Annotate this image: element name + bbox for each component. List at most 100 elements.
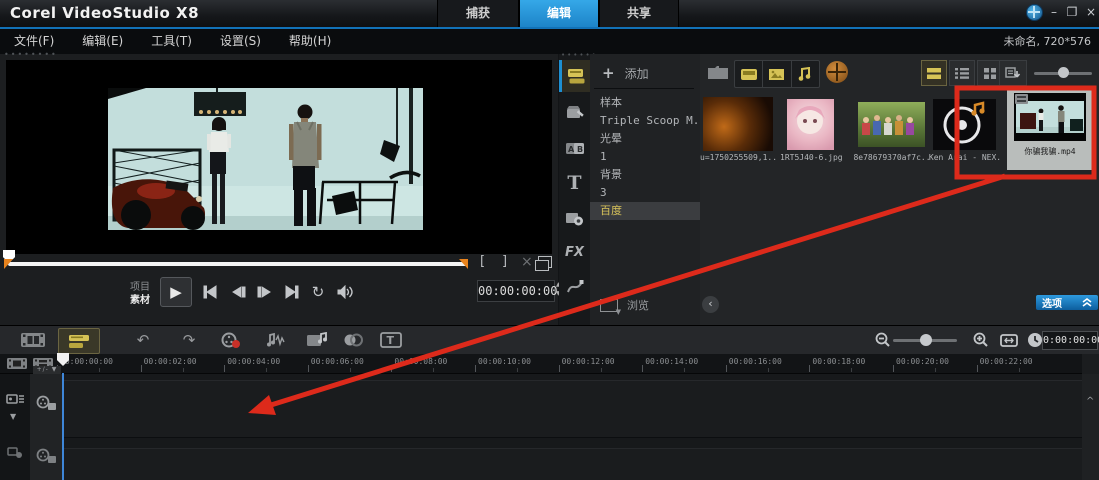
- timeline-scrollbar[interactable]: ^: [1082, 374, 1099, 480]
- timeline-view-button[interactable]: [58, 328, 100, 354]
- nav-filter-fx-icon[interactable]: FX: [562, 240, 587, 264]
- folder-item-2[interactable]: Triple Scoop M...: [590, 112, 700, 130]
- undo-button[interactable]: ↶: [126, 328, 160, 352]
- view-thumbnail-button[interactable]: [921, 60, 947, 86]
- thumbnail-size-slider-handle[interactable]: [1058, 67, 1069, 78]
- video-track-icon[interactable]: [36, 395, 57, 412]
- import-folder-icon[interactable]: [708, 66, 728, 79]
- mark-out-button[interactable]: ]: [502, 254, 507, 269]
- ruler-tick: [767, 368, 769, 372]
- nav-graphic-icon[interactable]: [562, 206, 587, 230]
- nav-title-icon[interactable]: T: [562, 171, 587, 195]
- media-filter-group: [734, 60, 820, 88]
- storyboard-view-button[interactable]: [16, 328, 50, 352]
- clip-mode-label[interactable]: 素材: [130, 291, 150, 306]
- track-toggle-icon-1: [7, 358, 27, 369]
- folder-item-1[interactable]: 样本: [590, 94, 700, 112]
- help-globe-icon[interactable]: [1026, 4, 1043, 21]
- options-label: 选项: [1042, 299, 1062, 310]
- video-preview[interactable]: [6, 60, 552, 254]
- videostudio-window: Corel VideoStudio X8 捕获 编辑 共享 – ❐ × 文件(F…: [0, 0, 1099, 480]
- folder-item-6[interactable]: 3: [590, 184, 700, 202]
- preview-scrub-bar[interactable]: [8, 262, 468, 266]
- home-button[interactable]: [198, 280, 222, 304]
- ruler-tick: [349, 368, 351, 372]
- repeat-button[interactable]: ↻: [306, 280, 330, 304]
- ruler-tick: [140, 365, 142, 372]
- menu-item-3[interactable]: 工具(T): [137, 29, 206, 54]
- media-thumb-5-art: [1014, 93, 1086, 141]
- scroll-up-arrow[interactable]: ^: [1086, 396, 1094, 407]
- nav-media-icon[interactable]: [559, 60, 590, 92]
- minimize-button[interactable]: –: [1046, 5, 1062, 19]
- folder-item-7[interactable]: 百度: [590, 202, 700, 220]
- media-label-1: u=1750255509,1..: [700, 153, 776, 162]
- motion-tracking-button[interactable]: [336, 328, 370, 352]
- gallery-scroll-left-button[interactable]: ‹: [702, 296, 719, 313]
- trim-end-handle[interactable]: [459, 259, 468, 269]
- media-thumb-1[interactable]: [703, 97, 773, 151]
- filter-video-button[interactable]: [735, 61, 764, 87]
- subtitle-editor-button[interactable]: T: [374, 328, 408, 352]
- nav-instant-project-icon[interactable]: [562, 100, 587, 124]
- timeline-ruler[interactable]: 00:00:00:00 00:00:02:00 00:00:04:00 00:00:0…: [0, 354, 1082, 374]
- auto-music-button[interactable]: [300, 328, 334, 352]
- previous-frame-button[interactable]: [226, 280, 250, 304]
- tab-share[interactable]: 共享: [599, 0, 679, 27]
- browse-button[interactable]: 浏览: [600, 297, 649, 316]
- play-button[interactable]: ▶: [160, 277, 192, 307]
- view-list-button[interactable]: [949, 60, 975, 86]
- sort-button[interactable]: [999, 60, 1027, 86]
- media-thumb-4[interactable]: [933, 99, 996, 150]
- nav-motion-path-icon[interactable]: [562, 274, 587, 298]
- ruler-label-2: 00:00:02:00: [143, 357, 197, 366]
- menu-item-5[interactable]: 帮助(H): [275, 29, 345, 54]
- trim-start-handle[interactable]: [4, 259, 13, 269]
- track-dropdown-arrow[interactable]: ▼: [10, 412, 16, 421]
- next-frame-button[interactable]: [253, 280, 277, 304]
- app-title: Corel VideoStudio X8: [10, 4, 200, 22]
- media-label-4: Ken Arai - NEX.: [928, 153, 1002, 162]
- video-track-ribbon-icon[interactable]: [6, 392, 25, 407]
- preview-timecode[interactable]: 00:00:00:00: [477, 280, 557, 302]
- timeline-timecode[interactable]: 0:00:00:00: [1042, 331, 1099, 350]
- video-frame-art: [108, 88, 423, 230]
- nav-transition-icon[interactable]: AB: [562, 136, 587, 160]
- folder-item-3[interactable]: 光晕: [590, 130, 700, 148]
- overlay-track-icon[interactable]: [36, 448, 57, 465]
- close-button[interactable]: ×: [1083, 5, 1099, 19]
- tab-capture[interactable]: 捕获: [437, 0, 519, 27]
- mark-in-button[interactable]: [: [480, 254, 485, 269]
- media-thumb-3[interactable]: [858, 102, 925, 147]
- ruler-label-11: 00:00:20:00: [896, 357, 949, 366]
- options-bar[interactable]: 选项: [1036, 295, 1098, 310]
- overlay-track-gutter-icon[interactable]: [7, 446, 23, 459]
- folder-item-5[interactable]: 背景: [590, 166, 700, 184]
- timeline-section: ↶ ↷ T 0:00:00:00 00:00:00:00 00:00:02:00…: [0, 325, 1099, 480]
- stock-media-icon[interactable]: [826, 61, 848, 83]
- media-thumb-5-selected[interactable]: 你骗我骗.mp4: [1007, 88, 1093, 170]
- split-clip-icon[interactable]: ×: [521, 254, 533, 270]
- sound-mixer-button[interactable]: [258, 328, 292, 352]
- filter-audio-button[interactable]: [792, 61, 819, 87]
- timeline-zoom-slider-handle[interactable]: [920, 334, 932, 346]
- timeline-toolbar: ↶ ↷ T 0:00:00:00: [0, 326, 1099, 354]
- track-manager-bar[interactable]: +/- ▼: [33, 366, 61, 374]
- project-info: 未命名, 720*576: [1003, 35, 1091, 48]
- video-track-row[interactable]: [62, 380, 1082, 438]
- add-folder-button[interactable]: + 添加: [602, 64, 649, 82]
- enlarge-preview-icon[interactable]: [535, 256, 552, 271]
- folder-item-4[interactable]: 1: [590, 148, 700, 166]
- overlay-track-row[interactable]: [62, 448, 1082, 480]
- record-capture-button[interactable]: [214, 328, 248, 352]
- svg-text:A: A: [568, 145, 575, 154]
- restore-button[interactable]: ❐: [1064, 5, 1080, 19]
- menu-item-2[interactable]: 编辑(E): [68, 29, 137, 54]
- end-button[interactable]: [280, 280, 304, 304]
- redo-button[interactable]: ↷: [172, 328, 206, 352]
- media-thumb-2[interactable]: [787, 99, 834, 150]
- volume-icon[interactable]: [333, 280, 357, 304]
- filter-photo-button[interactable]: [763, 61, 792, 87]
- tab-edit[interactable]: 编辑: [519, 0, 599, 27]
- menu-item-4[interactable]: 设置(S): [206, 29, 275, 54]
